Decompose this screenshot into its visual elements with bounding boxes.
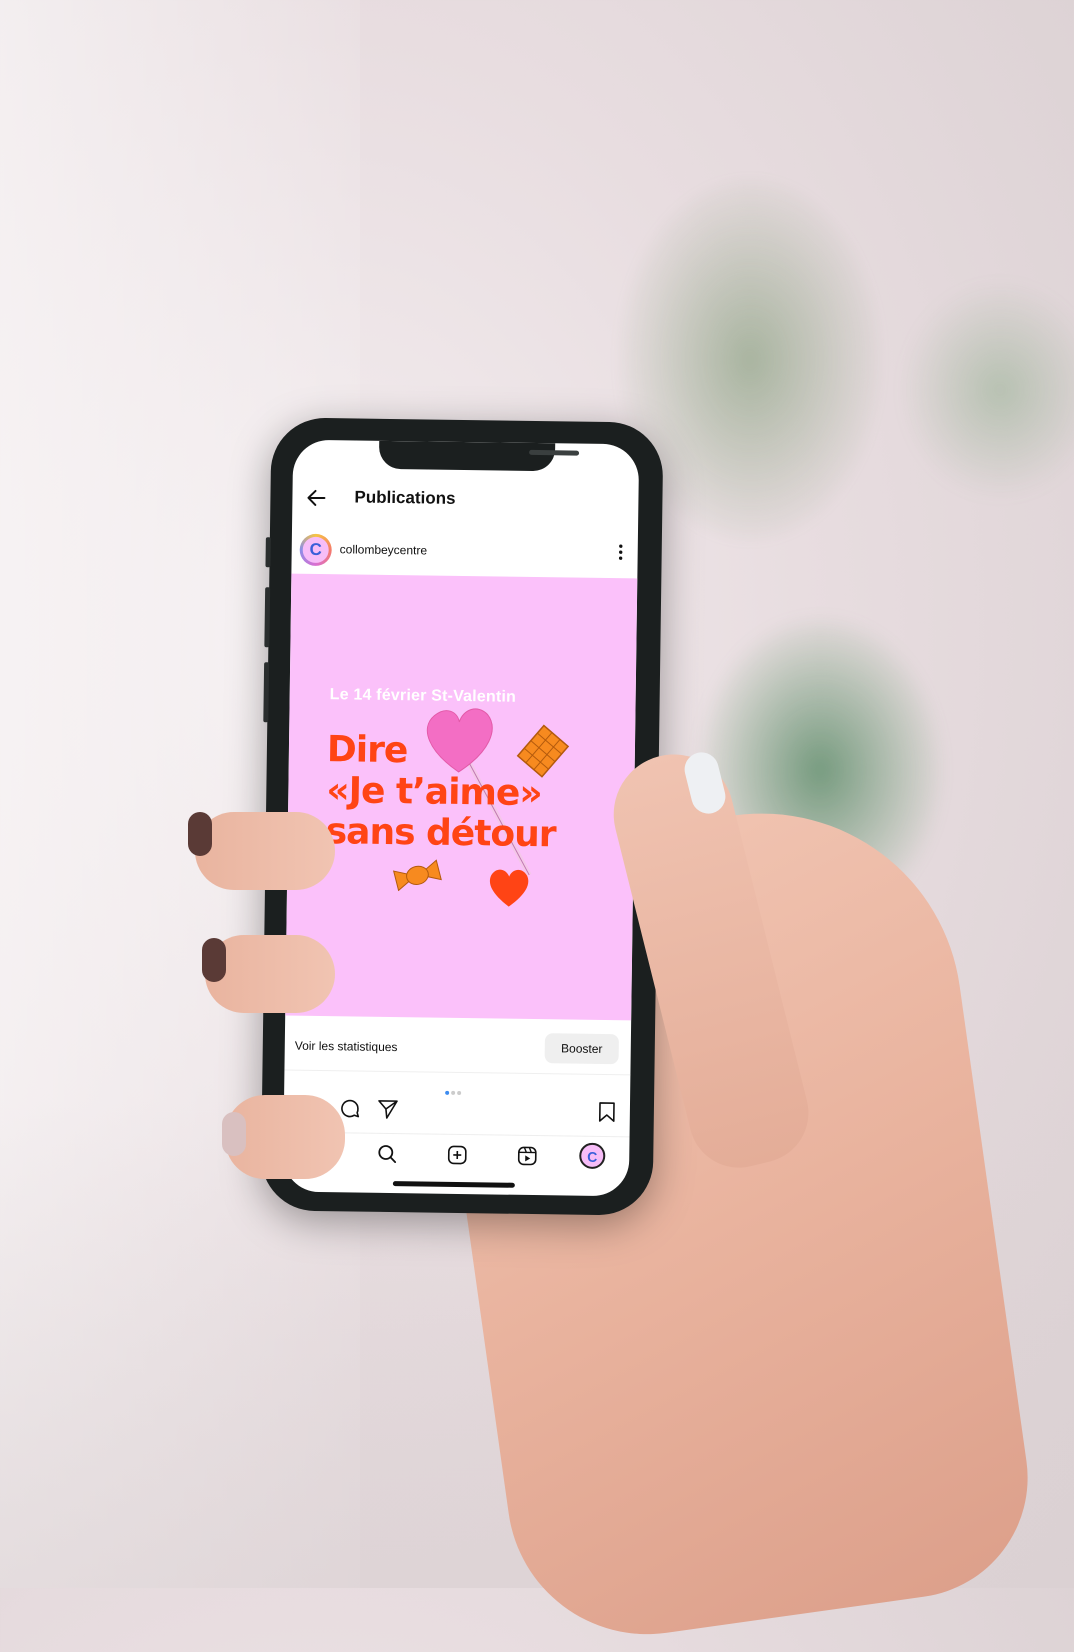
- post-image[interactable]: Le 14 février St-Valentin Dire «: [285, 574, 637, 1021]
- phone-button: [264, 587, 270, 647]
- avatar-letter: C: [303, 537, 329, 563]
- fingernail: [188, 812, 212, 856]
- candy-icon: [391, 857, 443, 892]
- post-headline-line: Dire: [327, 729, 408, 771]
- boost-button[interactable]: Booster: [545, 1033, 619, 1064]
- more-vertical-icon[interactable]: [617, 542, 623, 567]
- fingernail: [202, 938, 226, 982]
- page-title: Publications: [354, 487, 455, 508]
- profile-avatar[interactable]: C: [579, 1143, 605, 1169]
- background-plant: [900, 280, 1074, 500]
- comment-icon[interactable]: [338, 1096, 362, 1120]
- notch: [379, 441, 555, 471]
- post-headline-line: «Je t’aime»: [326, 770, 542, 814]
- speaker: [529, 450, 579, 456]
- phone-button: [265, 537, 270, 567]
- phone-screen: Publications C collombeycentre Le 14 fév…: [283, 440, 639, 1197]
- home-indicator: [393, 1181, 515, 1188]
- post-stats-row: Voir les statistiques Booster: [284, 1022, 631, 1076]
- phone: Publications C collombeycentre Le 14 fév…: [260, 417, 663, 1215]
- top-bar: Publications: [292, 474, 639, 529]
- avatar[interactable]: C: [299, 534, 331, 566]
- send-icon[interactable]: [376, 1097, 400, 1121]
- username-link[interactable]: collombeycentre: [340, 542, 428, 557]
- finger: [195, 812, 335, 890]
- view-stats-link[interactable]: Voir les statistiques: [295, 1039, 398, 1054]
- arrow-left-icon[interactable]: [304, 486, 328, 510]
- heart-decoration-icon: [487, 866, 532, 909]
- chocolate-icon: [515, 723, 572, 780]
- post-headline-line: sans détour: [325, 811, 555, 855]
- post-header: C collombeycentre: [291, 532, 638, 577]
- bookmark-icon[interactable]: [596, 1100, 618, 1124]
- fingernail: [222, 1112, 246, 1156]
- reels-icon[interactable]: [515, 1144, 539, 1168]
- plus-square-icon[interactable]: [445, 1143, 469, 1167]
- search-icon[interactable]: [375, 1142, 399, 1166]
- phone-button: [263, 662, 269, 722]
